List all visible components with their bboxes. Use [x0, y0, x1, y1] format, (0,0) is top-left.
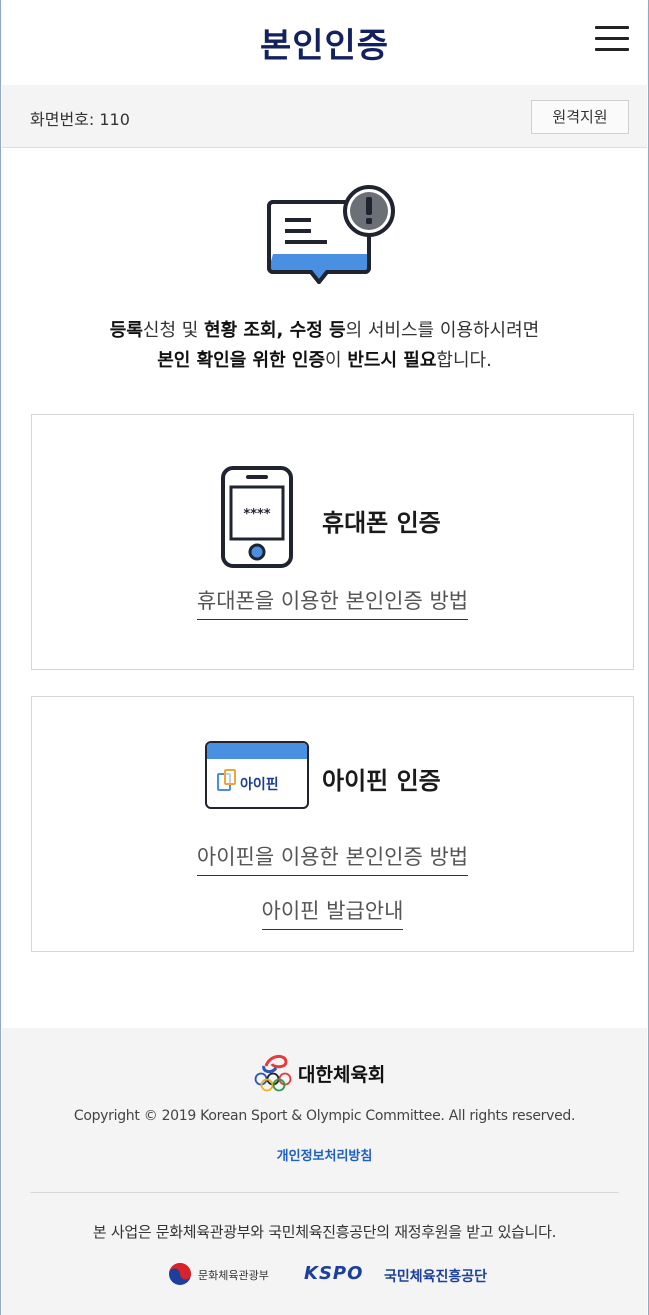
sponsor-text: 본 사업은 문화체육관광부와 국민체육진흥공단의 재정후원을 받고 있습니다.	[92, 1223, 557, 1241]
remote-support-button[interactable]: 원격지원	[531, 100, 629, 134]
ipin-auth-title: 아이핀 인증	[322, 767, 441, 795]
message-alert-icon	[267, 185, 395, 284]
phone-auth-guide-link-text[interactable]: 휴대폰을 이용한 본인인증 방법	[196, 589, 469, 620]
ipin-badge-text: 아이핀	[240, 777, 279, 793]
ipin-badge-icon: 아이핀	[205, 741, 309, 809]
notice-emphasis: 반드시 필요	[347, 350, 437, 371]
page-title: 본인인증	[259, 26, 390, 66]
phone-auth-guide-link[interactable]: 휴대폰을 이용한 본인인증 방법	[32, 585, 633, 620]
ipin-auth-card[interactable]: 아이핀 아이핀 인증 아이핀을 이용한 본인인증 방법 아이핀 발급안내	[31, 696, 634, 952]
hamburger-menu-icon	[595, 26, 629, 29]
ipin-badge-bar	[207, 743, 307, 759]
hamburger-menu-icon	[595, 48, 629, 51]
notice-text: 등록신청 및 현황 조회, 수정 등의 서비스를 이용하시려면 본인 확인을 위…	[1, 316, 648, 376]
notice-line-1: 등록신청 및 현황 조회, 수정 등의 서비스를 이용하시려면	[1, 316, 648, 346]
footer-logo-text: 대한체육회	[298, 1064, 386, 1086]
kspo-logo: KSPO	[304, 1263, 364, 1284]
page-frame: 본인인증 화면번호: 110 원격지원 등록신청 및 현황 조회, 수정 등의 …	[0, 0, 649, 1315]
notice-fragment: 합니다.	[436, 350, 492, 371]
notice-line-2: 본인 확인을 위한 인증이 반드시 필요합니다.	[1, 346, 648, 376]
phone-auth-card[interactable]: **** 휴대폰 인증 휴대폰을 이용한 본인인증 방법	[31, 414, 634, 670]
notice-emphasis: 등록	[109, 320, 143, 341]
mobile-phone-icon: ****	[221, 466, 293, 568]
phone-icon-text: ****	[243, 507, 270, 522]
ipin-auth-guide-link-text[interactable]: 아이핀을 이용한 본인인증 방법	[196, 845, 469, 876]
copyright-text: Copyright © 2019 Korean Sport & Olympic …	[73, 1108, 576, 1124]
screen-number: 화면번호: 110	[30, 110, 130, 129]
info-bar: 화면번호: 110 원격지원	[2, 85, 647, 148]
footer-logo: 대한체육회	[252, 1052, 422, 1092]
notice-fragment: 의 서비스를 이용하시려면	[345, 320, 540, 341]
menu-button[interactable]	[595, 26, 629, 56]
sponsor-logos: 문화체육관광부 KSPO 국민체육진흥공단	[162, 1261, 522, 1287]
kspo-name: 국민체육진흥공단	[384, 1269, 488, 1285]
footer: 대한체육회 Copyright © 2019 Korean Sport & Ol…	[2, 1028, 647, 1315]
olympic-rings-icon	[254, 1055, 292, 1092]
phone-auth-title: 휴대폰 인증	[322, 509, 441, 537]
privacy-policy-link[interactable]: 개인정보처리방침	[2, 1145, 647, 1164]
ipin-auth-guide-link[interactable]: 아이핀을 이용한 본인인증 방법	[32, 841, 633, 876]
ipin-badge-doc	[224, 769, 236, 785]
mcst-name: 문화체육관광부	[198, 1269, 269, 1282]
footer-divider	[30, 1192, 619, 1193]
notice-fragment: 이	[325, 350, 348, 371]
notice-emphasis: 본인 확인을 위한 인증	[157, 350, 326, 371]
hamburger-menu-icon	[595, 37, 629, 40]
notice-fragment: 신청 및	[142, 320, 205, 341]
taegeuk-icon	[169, 1263, 191, 1285]
notice-emphasis: 현황 조회, 수정 등	[204, 320, 346, 341]
ipin-issue-link[interactable]: 아이핀 발급안내	[32, 895, 633, 930]
ipin-issue-link-text[interactable]: 아이핀 발급안내	[261, 899, 404, 930]
header: 본인인증	[2, 0, 647, 85]
